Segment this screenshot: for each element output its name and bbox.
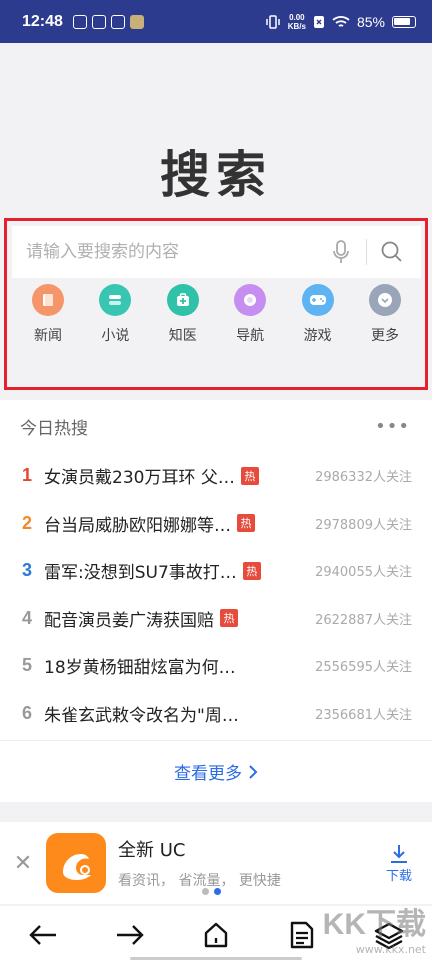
hot-title: 台当局威胁欧阳娜娜等…	[44, 515, 231, 536]
quick-link-label: 知医	[168, 328, 197, 344]
hot-rank: 2	[22, 512, 33, 533]
page-title: 搜索	[160, 146, 272, 204]
navigation-icon	[234, 284, 267, 316]
more-chevron-icon	[368, 284, 401, 316]
vibrate-icon	[265, 14, 280, 29]
hot-follow-count: 2978809人关注	[315, 517, 412, 533]
hot-follow-count: 2622887人关注	[315, 612, 412, 628]
hot-badge: 热	[242, 561, 261, 580]
microphone-icon[interactable]	[324, 235, 358, 269]
status-time: 12:48	[22, 12, 63, 30]
hot-search-item[interactable]: 3 雷军:没想到SU7事故打… 热 2940055人关注	[0, 547, 432, 595]
hot-title: 女演员戴230万耳环 父…	[44, 468, 235, 489]
search-bar[interactable]	[12, 226, 421, 278]
hot-search-title: 今日热搜	[20, 418, 88, 439]
quick-link-more[interactable]: 更多	[358, 284, 412, 345]
download-label: 下载	[385, 868, 412, 884]
hot-follow-count: 2356681人关注	[315, 707, 412, 723]
hot-follow-count: 2986332人关注	[315, 470, 412, 486]
hot-rank: 6	[22, 702, 33, 723]
battery-percent: 85%	[356, 13, 385, 30]
news-icon	[32, 284, 64, 316]
close-icon[interactable]: ✕	[0, 851, 46, 876]
novel-icon	[99, 284, 132, 316]
divider	[366, 239, 367, 265]
quick-link-games[interactable]: 游戏	[291, 284, 345, 345]
net-speed: 0.00 KB/s	[287, 12, 306, 31]
ad-text: 全新 UC 看资讯， 省流量， 更快捷	[118, 836, 281, 890]
hot-search-item[interactable]: 4 配音演员姜广涛获国赔 热 2622887人关注	[0, 595, 432, 643]
download-button[interactable]: 下载	[386, 843, 412, 884]
watermark-brand: KK下载	[322, 908, 426, 941]
download-icon	[390, 844, 407, 863]
quick-links: 新闻 小说 知医 导航 游戏 更多	[12, 284, 421, 345]
hot-badge: 热	[237, 514, 255, 533]
carousel-dot	[202, 888, 209, 895]
more-options-icon[interactable]: •••	[375, 416, 410, 437]
back-icon[interactable]	[21, 913, 65, 957]
hot-rank: 5	[22, 655, 33, 676]
hot-search-item[interactable]: 2 台当局威胁欧阳娜娜等… 热 2978809人关注	[0, 500, 432, 548]
hot-title: 配音演员姜广涛获国赔	[44, 610, 214, 631]
hot-title: 朱雀玄武敕令改名为"周…	[44, 705, 239, 726]
document-menu-icon[interactable]	[280, 913, 324, 957]
sim-icon	[313, 15, 324, 28]
search-icon[interactable]	[375, 235, 409, 269]
quick-link-label: 新闻	[34, 328, 62, 344]
battery-icon	[392, 15, 416, 28]
quick-link-navigation[interactable]: 导航	[223, 284, 277, 345]
carousel-dot-active	[214, 888, 221, 895]
image-notification-icon	[129, 14, 144, 29]
wifi-icon	[332, 15, 350, 27]
hot-search-item[interactable]: 5 18岁黄杨钿甜炫富为何… 2556595人关注	[0, 642, 432, 690]
hot-search-card: 今日热搜 ••• 1 女演员戴230万耳环 父… 热 2986332人关注 2 …	[0, 400, 432, 802]
hot-rank: 1	[22, 465, 33, 486]
search-input[interactable]	[26, 242, 324, 262]
quick-link-news[interactable]: 新闻	[21, 284, 75, 345]
home-icon[interactable]	[194, 913, 238, 957]
hot-search-item[interactable]: 1 女演员戴230万耳环 父… 热 2986332人关注	[0, 452, 432, 500]
hot-title: 18岁黄杨钿甜炫富为何…	[44, 658, 236, 679]
hot-badge: 热	[240, 466, 259, 485]
hot-follow-count: 2940055人关注	[315, 565, 412, 581]
hot-rank: 4	[22, 607, 33, 628]
hot-rank: 3	[22, 560, 33, 581]
status-right: 0.00 KB/s 85%	[265, 13, 416, 31]
home-indicator	[130, 957, 302, 960]
watermark-url: www.kkx.net	[355, 943, 426, 956]
mail-notification-icon	[110, 14, 125, 29]
ad-app-name: 全新 UC	[118, 840, 186, 861]
uc-logo	[46, 833, 106, 893]
status-bar: 12:48 0.00 KB/s 85%	[0, 0, 432, 43]
hot-follow-count: 2556595人关注	[315, 660, 412, 676]
gamepad-icon	[301, 284, 334, 316]
see-more-link[interactable]: 查看更多	[0, 740, 432, 802]
hot-search-header: 今日热搜 •••	[0, 400, 432, 452]
medical-kit-icon	[166, 284, 199, 316]
hot-title: 雷军:没想到SU7事故打…	[44, 563, 237, 584]
notification-icons	[72, 14, 144, 29]
quick-link-medical[interactable]: 知医	[156, 284, 210, 345]
chevron-right-icon	[249, 764, 258, 779]
quick-link-label: 更多	[370, 328, 399, 344]
ad-description: 看资讯， 省流量， 更快捷	[118, 873, 281, 889]
quick-link-label: 小说	[101, 328, 130, 344]
quick-link-label: 导航	[236, 328, 265, 344]
forward-icon[interactable]	[108, 913, 152, 957]
hot-badge: 热	[220, 609, 238, 628]
hot-search-item[interactable]: 6 朱雀玄武敕令改名为"周… 2356681人关注	[0, 690, 432, 738]
message-notification-icon	[91, 14, 106, 29]
carousel-dots	[202, 888, 221, 895]
see-more-label: 查看更多	[174, 764, 242, 784]
watermark: KK下载 www.kkx.net	[323, 899, 426, 956]
quick-link-novel[interactable]: 小说	[88, 284, 142, 345]
quick-link-label: 游戏	[303, 328, 332, 344]
app-notification-icon	[72, 14, 87, 29]
